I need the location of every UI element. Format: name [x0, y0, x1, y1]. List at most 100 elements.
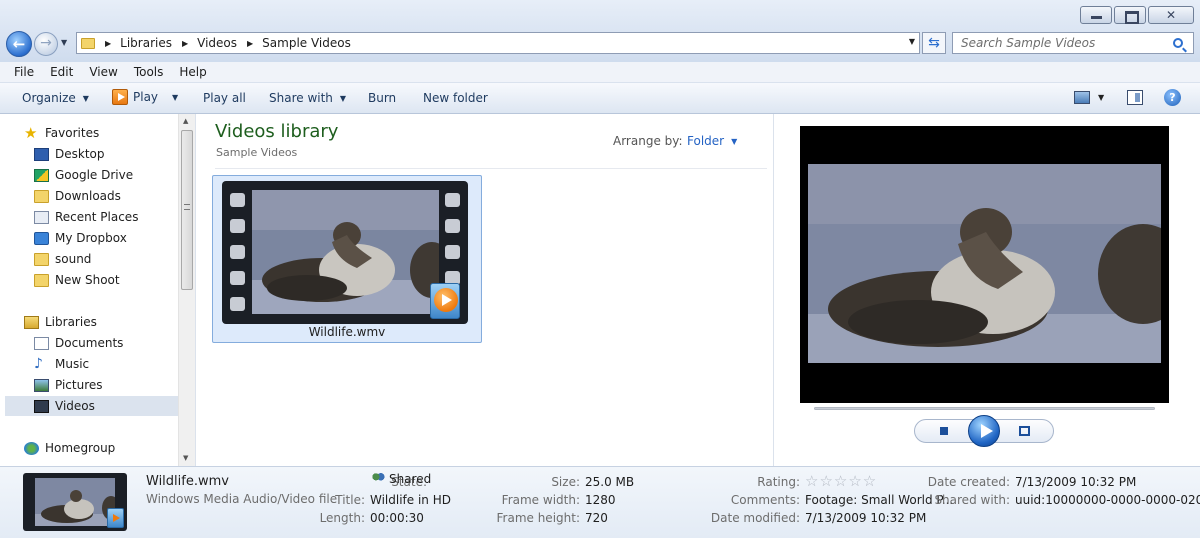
- nav-item-documents[interactable]: Documents: [0, 333, 178, 353]
- date-modified-value: 7/13/2009 10:32 PM: [805, 511, 927, 525]
- film-sprocket: [230, 219, 245, 233]
- nav-libraries[interactable]: Libraries: [0, 312, 178, 332]
- menu-view[interactable]: View: [89, 65, 117, 79]
- videos-icon: [34, 399, 49, 413]
- stop-icon[interactable]: [940, 427, 948, 435]
- video-preview[interactable]: [800, 126, 1169, 403]
- nav-item-videos[interactable]: Videos: [5, 396, 178, 416]
- maximize-button[interactable]: [1114, 6, 1146, 24]
- nav-item-pictures[interactable]: Pictures: [0, 375, 178, 395]
- film-sprocket: [445, 193, 460, 207]
- menu-help[interactable]: Help: [179, 65, 206, 79]
- minimize-button[interactable]: [1080, 6, 1112, 24]
- search-icon[interactable]: [1173, 38, 1183, 48]
- chevron-right-icon[interactable]: ▶: [247, 39, 253, 48]
- search-input[interactable]: [953, 36, 1163, 50]
- nav-item-music[interactable]: ♪ Music: [0, 354, 178, 374]
- arrange-by-dropdown[interactable]: Folder ▼: [687, 134, 737, 148]
- preview-pane-icon[interactable]: [1127, 90, 1143, 105]
- play-button[interactable]: Play ▼: [112, 89, 178, 105]
- fullscreen-icon[interactable]: [1019, 426, 1030, 436]
- menu-tools[interactable]: Tools: [134, 65, 164, 79]
- scroll-up-icon[interactable]: ▲: [183, 117, 188, 125]
- title-value[interactable]: Wildlife in HD: [370, 493, 451, 507]
- date-created-value: 7/13/2009 10:32 PM: [1015, 475, 1137, 489]
- menu-edit[interactable]: Edit: [50, 65, 73, 79]
- recent-pages-dropdown[interactable]: ▼: [61, 38, 71, 48]
- breadcrumb-videos[interactable]: Videos: [197, 36, 237, 50]
- music-icon: ♪: [34, 355, 43, 372]
- play-all-button[interactable]: Play all: [203, 91, 246, 105]
- details-file-name: Wildlife.wmv: [146, 474, 229, 489]
- film-sprocket: [230, 271, 245, 285]
- video-file-badge-icon: [107, 508, 124, 528]
- chevron-down-icon: ▼: [172, 93, 179, 102]
- view-options-dropdown[interactable]: ▼: [1098, 93, 1104, 102]
- video-file-badge-icon: [430, 283, 460, 319]
- star-icon: ★: [24, 123, 38, 142]
- file-tile[interactable]: Wildlife.wmv: [212, 175, 482, 343]
- rating-stars[interactable]: ☆☆☆☆☆: [805, 472, 877, 490]
- nav-item-downloads[interactable]: Downloads: [0, 186, 178, 206]
- divider: [215, 168, 767, 169]
- refresh-button[interactable]: ⇆: [922, 32, 946, 54]
- address-bar[interactable]: ▶ Libraries ▶ Videos ▶ Sample Videos ▼: [76, 32, 920, 54]
- nav-item-my-dropbox[interactable]: My Dropbox: [0, 228, 178, 248]
- chevron-down-icon: ▼: [82, 94, 89, 103]
- library-subtitle: Sample Videos: [216, 146, 298, 159]
- file-list: Videos library Sample Videos Arrange by:…: [197, 114, 773, 466]
- chevron-right-icon[interactable]: ▶: [105, 39, 111, 48]
- size-value: 25.0 MB: [585, 475, 635, 489]
- play-icon[interactable]: [968, 415, 1000, 447]
- scroll-down-icon[interactable]: ▼: [183, 454, 188, 462]
- frame-height-value: 720: [585, 511, 608, 525]
- homegroup-icon: [24, 441, 39, 455]
- share-with-label: Share with: [269, 91, 333, 105]
- breadcrumb-libraries[interactable]: Libraries: [120, 36, 172, 50]
- window-controls: [1080, 6, 1194, 24]
- library-title: Videos library: [215, 121, 339, 142]
- film-sprocket: [230, 297, 245, 311]
- folder-icon: [81, 37, 95, 49]
- nav-item-new-shoot[interactable]: New Shoot: [0, 270, 178, 290]
- nav-item-recent-places[interactable]: Recent Places: [0, 207, 178, 227]
- nav-homegroup[interactable]: Homegroup: [0, 438, 178, 458]
- address-dropdown-icon[interactable]: ▼: [909, 37, 915, 46]
- forward-button[interactable]: [34, 32, 58, 56]
- nav-item-sound[interactable]: sound: [0, 249, 178, 269]
- seek-bar[interactable]: [814, 407, 1155, 410]
- share-with-button[interactable]: Share with ▼: [269, 91, 346, 105]
- nav-item-google-drive[interactable]: Google Drive: [0, 165, 178, 185]
- new-folder-button[interactable]: New folder: [423, 91, 488, 105]
- breadcrumb-sample-videos[interactable]: Sample Videos: [262, 36, 351, 50]
- arrange-by-value: Folder: [687, 134, 725, 148]
- pictures-icon: [34, 378, 49, 392]
- play-label: Play: [133, 90, 159, 104]
- navigation-pane: ★ Favorites Desktop Google Drive Download…: [0, 114, 196, 466]
- nav-favorites[interactable]: ★ Favorites: [0, 123, 178, 143]
- file-name: Wildlife.wmv: [308, 325, 386, 339]
- chevron-down-icon: ▼: [731, 137, 738, 146]
- nav-scrollbar[interactable]: ▲ ▼: [178, 114, 195, 466]
- sea-lion-preview-image: [808, 164, 1161, 363]
- state-value[interactable]: Shared: [371, 472, 431, 486]
- burn-button[interactable]: Burn: [368, 91, 396, 105]
- chevron-right-icon[interactable]: ▶: [182, 39, 188, 48]
- shared-with-label: Shared with:: [934, 493, 1010, 507]
- organize-button[interactable]: Organize ▼: [22, 91, 89, 105]
- shared-users-icon: [371, 472, 385, 484]
- scroll-thumb[interactable]: [181, 130, 193, 290]
- date-created-label: Date created:: [927, 475, 1010, 489]
- back-button[interactable]: [6, 31, 32, 57]
- change-view-icon[interactable]: [1074, 91, 1090, 104]
- folder-icon: [34, 252, 49, 266]
- search-box[interactable]: [952, 32, 1194, 54]
- title-label: Title:: [335, 493, 365, 507]
- close-button[interactable]: [1148, 6, 1194, 24]
- film-sprocket: [445, 219, 460, 233]
- frame-height-label: Frame height:: [496, 511, 581, 525]
- organize-label: Organize: [22, 91, 76, 105]
- help-icon[interactable]: ?: [1164, 89, 1181, 106]
- menu-file[interactable]: File: [14, 65, 34, 79]
- nav-item-desktop[interactable]: Desktop: [0, 144, 178, 164]
